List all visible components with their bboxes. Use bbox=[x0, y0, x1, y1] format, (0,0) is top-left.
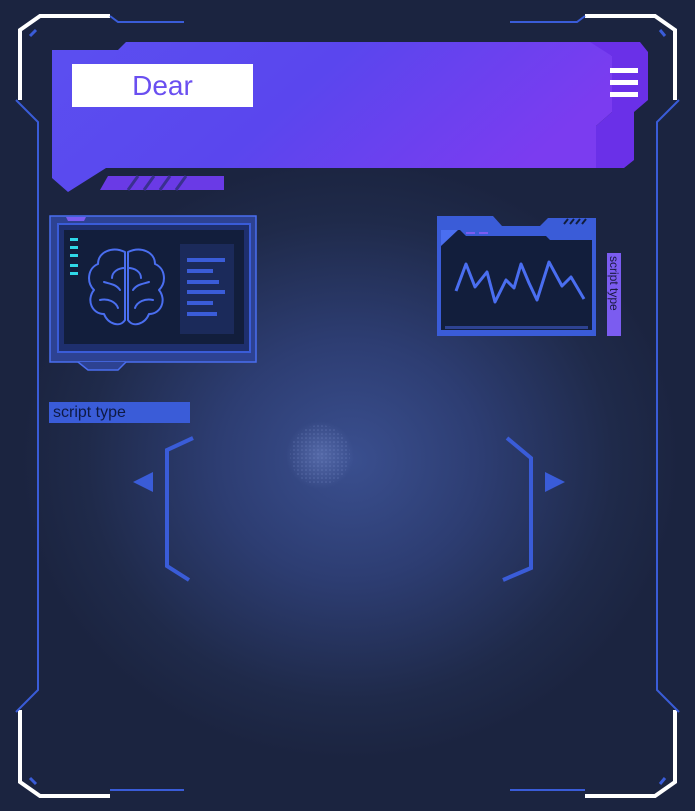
center-selector bbox=[165, 421, 533, 582]
right-bracket bbox=[502, 436, 533, 582]
right-arrow-icon[interactable] bbox=[543, 471, 567, 493]
left-bracket bbox=[165, 436, 194, 582]
left-arrow-icon[interactable] bbox=[131, 471, 155, 493]
